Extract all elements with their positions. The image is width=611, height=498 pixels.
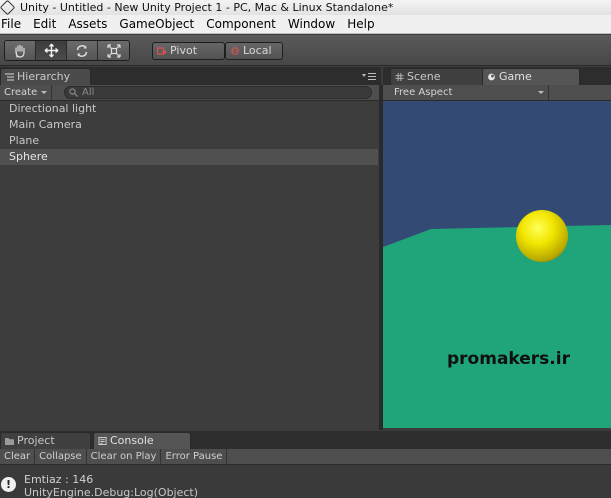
scene-game-tab-strip: Scene Game (383, 67, 611, 85)
tab-scene[interactable]: Scene (390, 68, 486, 85)
hierarchy-search-input[interactable]: All (64, 86, 372, 99)
panel-menu-icon[interactable] (362, 73, 376, 81)
clear-on-play-button[interactable]: Clear on Play (87, 449, 162, 464)
hierarchy-item-plane[interactable]: Plane (0, 133, 381, 149)
scale-tool-button[interactable] (98, 41, 129, 60)
hand-tool-button[interactable] (5, 41, 36, 60)
menu-bar: File Edit Assets GameObject Component Wi… (0, 15, 611, 34)
hierarchy-tab-label: Hierarchy (17, 70, 71, 83)
hand-icon (15, 44, 25, 58)
hierarchy-item-sphere[interactable]: Sphere (0, 149, 378, 165)
clear-button[interactable]: Clear (0, 449, 36, 464)
list-icon (5, 73, 14, 81)
game-tab-label: Game (499, 70, 532, 83)
move-icon (44, 43, 58, 58)
grid-icon (395, 73, 404, 81)
aspect-ratio-dropdown[interactable]: Free Aspect (389, 85, 549, 100)
yellow-sphere (516, 210, 568, 262)
main-toolbar: Pivot Local (0, 35, 611, 66)
move-tool-button[interactable] (36, 41, 67, 60)
menu-window[interactable]: Window (282, 15, 341, 34)
bottom-tab-strip: Project Console (0, 431, 611, 449)
create-label: Create (4, 87, 38, 98)
log-stack-trace: UnityEngine.Debug:Log(Object) (24, 486, 199, 498)
menu-edit[interactable]: Edit (27, 15, 62, 34)
info-icon: ! (1, 477, 16, 492)
rotate-icon (76, 44, 88, 57)
pivot-toggle-button[interactable]: Pivot (152, 42, 225, 60)
pivot-icon (157, 47, 167, 55)
tab-hierarchy[interactable]: Hierarchy (0, 68, 91, 85)
ground-plane (383, 225, 611, 428)
tab-console[interactable]: Console (93, 432, 191, 449)
hierarchy-item-main-camera[interactable]: Main Camera (0, 117, 381, 133)
game-toolbar: Free Aspect (383, 85, 611, 101)
chevron-down-icon (41, 91, 47, 94)
chevron-down-icon (538, 91, 544, 94)
tab-project[interactable]: Project (0, 432, 91, 449)
hierarchy-tab-strip: Hierarchy (0, 67, 381, 85)
hierarchy-toolbar: Create All (0, 85, 381, 101)
menu-component[interactable]: Component (200, 15, 282, 34)
project-tab-label: Project (17, 434, 55, 447)
folder-icon (5, 438, 14, 445)
console-log-area: ! Emtiaz : 146 UnityEngine.Debug:Log(Obj… (0, 465, 611, 498)
scale-icon (106, 43, 121, 58)
menu-file[interactable]: File (1, 15, 27, 34)
menu-assets[interactable]: Assets (62, 15, 113, 34)
console-tab-label: Console (110, 434, 154, 447)
local-toggle-button[interactable]: Local (225, 42, 283, 60)
rotate-tool-button[interactable] (67, 41, 98, 60)
watermark-text: promakers.ir (447, 349, 570, 369)
log-message[interactable]: Emtiaz : 146 (24, 473, 93, 486)
hierarchy-list: Directional light Main Camera Plane Sphe… (0, 101, 381, 431)
scene-tab-label: Scene (407, 70, 441, 83)
local-space-icon (231, 47, 239, 55)
menu-help[interactable]: Help (341, 15, 380, 34)
console-icon (98, 437, 107, 445)
hierarchy-item-directional-light[interactable]: Directional light (0, 101, 381, 117)
window-title-bar: Unity - Untitled - New Unity Project 1 -… (0, 0, 611, 15)
console-toolbar: Clear Collapse Clear on Play Error Pause (0, 449, 611, 465)
game-controller-icon (488, 73, 495, 81)
window-title: Unity - Untitled - New Unity Project 1 -… (20, 1, 394, 14)
aspect-label: Free Aspect (394, 87, 453, 98)
search-placeholder: All (82, 87, 95, 98)
local-label: Local (243, 44, 272, 57)
unity-logo-icon (0, 0, 16, 15)
tab-game[interactable]: Game (482, 68, 580, 85)
pivot-label: Pivot (170, 44, 198, 57)
collapse-button[interactable]: Collapse (35, 449, 87, 464)
transform-tool-group (4, 40, 130, 61)
menu-gameobject[interactable]: GameObject (113, 15, 200, 34)
create-dropdown[interactable]: Create (0, 85, 52, 100)
game-view-viewport[interactable]: promakers.ir (383, 101, 611, 428)
error-pause-button[interactable]: Error Pause (161, 449, 228, 464)
search-icon (69, 88, 78, 97)
